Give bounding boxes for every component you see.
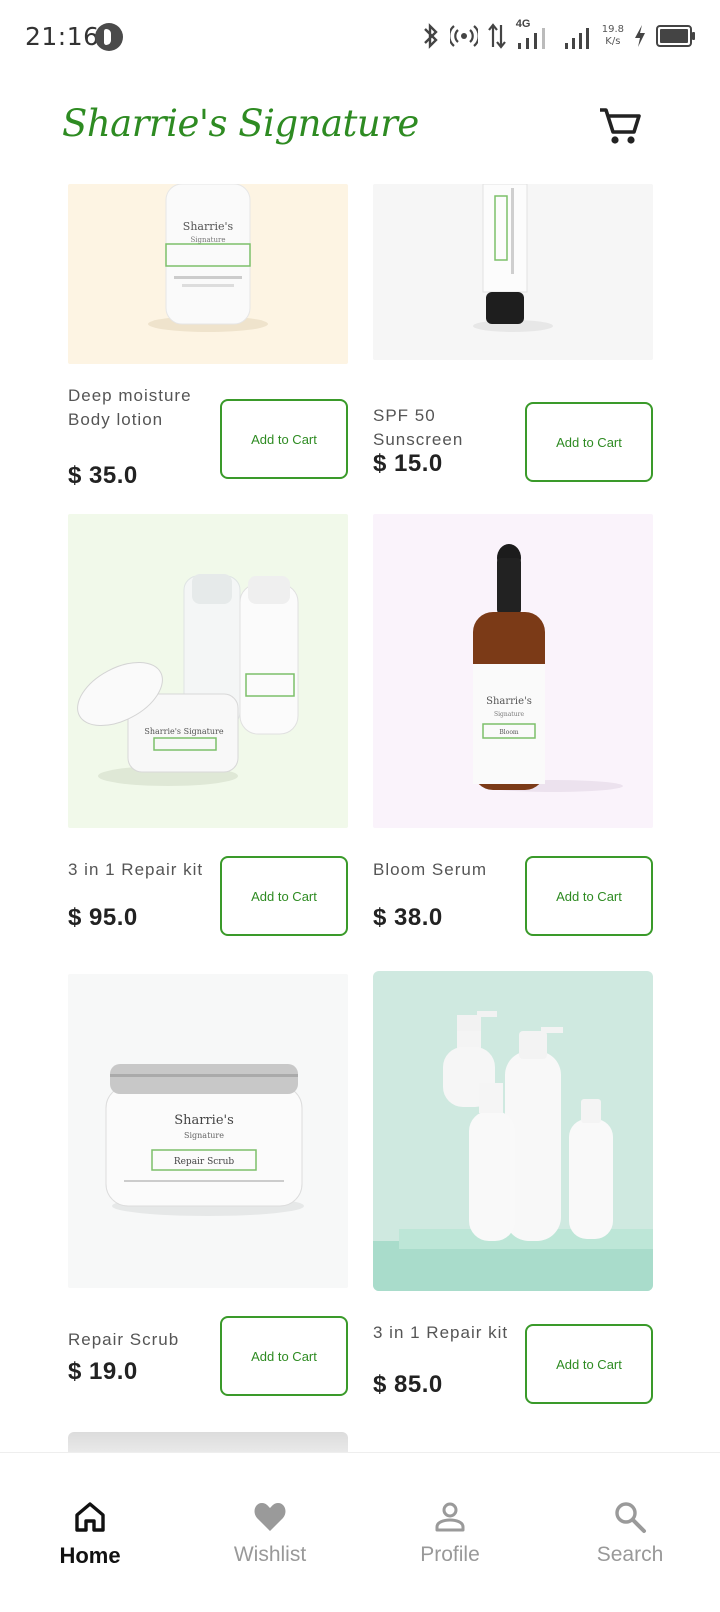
- add-to-cart-button[interactable]: Add to Cart: [220, 856, 348, 936]
- status-time: 21:16: [25, 22, 100, 51]
- product-card[interactable]: 3 in 1 Repair kit $ 85.0 Add to Cart: [373, 971, 653, 1404]
- serum-tag: Bloom: [499, 729, 519, 736]
- product-price: $ 38.0: [373, 904, 443, 931]
- product-image[interactable]: [68, 1432, 348, 1452]
- add-to-cart-button[interactable]: Add to Cart: [525, 1324, 653, 1404]
- product-name: Bloom Serum: [373, 860, 487, 879]
- charging-icon: [635, 25, 645, 47]
- home-icon: [75, 1502, 105, 1532]
- product-info: 3 in 1 Repair kit $ 95.0 Add to Cart: [68, 856, 348, 944]
- add-to-cart-button[interactable]: Add to Cart: [220, 1316, 348, 1396]
- app-title: Sharrie's Signature: [62, 102, 419, 145]
- signal-icon: [564, 28, 589, 49]
- status-icons: 4G 19.8 K/s: [421, 18, 696, 54]
- serum-label: Sharrie's: [486, 696, 532, 707]
- data-arrows-icon: [487, 23, 506, 49]
- product-image[interactable]: Sharrie's Signature: [68, 184, 348, 364]
- product-name: Repair Scrub: [68, 1330, 180, 1349]
- signal-4g: 4G: [516, 18, 554, 51]
- nav-home[interactable]: Home: [0, 1499, 180, 1589]
- lotion-sublabel: Signature: [190, 236, 225, 244]
- product-image[interactable]: Sharrie's Signature Bloom: [373, 514, 653, 828]
- nav-search[interactable]: Search: [540, 1499, 720, 1589]
- product-price: $ 35.0: [68, 462, 138, 489]
- product-price: $ 15.0: [373, 450, 443, 477]
- product-name: Deep moisture Body lotion: [68, 386, 192, 429]
- scrub-sublabel: Signature: [184, 1131, 224, 1140]
- person-icon: [435, 1502, 465, 1532]
- search-icon: [615, 1502, 646, 1533]
- product-image[interactable]: Sharrie's Signature: [68, 514, 348, 828]
- serum-bottle-image: Sharrie's Signature Bloom: [373, 514, 653, 828]
- repair-kit-label: Sharrie's Signature: [144, 727, 223, 736]
- product-image[interactable]: [373, 971, 653, 1291]
- signal-icon: [517, 28, 545, 49]
- nav-label: Search: [596, 1543, 664, 1566]
- product-grid[interactable]: Sharrie's Signature Deep moisture Body l…: [0, 184, 720, 1452]
- net-speed-value: 19.8: [601, 24, 624, 35]
- serum-sublabel: Signature: [494, 711, 524, 718]
- product-info: Bloom Serum $ 38.0 Add to Cart: [373, 856, 653, 944]
- nav-label: Profile: [420, 1543, 480, 1566]
- add-to-cart-button[interactable]: Add to Cart: [525, 856, 653, 936]
- scrub-label: Sharrie's: [174, 1113, 234, 1128]
- product-price: $ 19.0: [68, 1358, 138, 1385]
- product-image[interactable]: Sharrie's Signature Repair Scrub: [68, 974, 348, 1288]
- app-p-icon: [95, 23, 123, 51]
- bluetooth-icon: [423, 23, 438, 49]
- battery-icon: [656, 25, 695, 47]
- bottom-nav: Home Wishlist Profile Search: [0, 1452, 720, 1612]
- app-header: Sharrie's Signature: [0, 72, 720, 184]
- product-name: 3 in 1 Repair kit: [373, 1323, 509, 1342]
- net-speed: 19.8 K/s: [602, 24, 624, 48]
- product-image[interactable]: [373, 184, 653, 360]
- product-card[interactable]: Sharrie's Signature 3 in 1 Repair kit $ …: [68, 514, 348, 936]
- hotspot-icon: [449, 25, 478, 47]
- product-info: Repair Scrub $ 19.0 Add to Cart: [68, 1316, 348, 1402]
- product-card[interactable]: Sharrie's Signature Repair Scrub Repair …: [68, 974, 348, 1396]
- product-card[interactable]: Sharrie's Signature Bloom Bloom Serum $ …: [373, 514, 653, 936]
- product-name: SPF 50 Sunscreen: [373, 406, 464, 449]
- nav-wishlist[interactable]: Wishlist: [180, 1499, 360, 1589]
- nav-profile[interactable]: Profile: [360, 1499, 540, 1589]
- net-speed-unit: K/s: [605, 36, 621, 47]
- shopping-cart-icon[interactable]: [596, 102, 644, 150]
- add-to-cart-button[interactable]: Add to Cart: [525, 402, 653, 482]
- heart-icon: [254, 1503, 286, 1531]
- add-to-cart-button[interactable]: Add to Cart: [220, 399, 348, 479]
- product-card[interactable]: [68, 1432, 348, 1452]
- scrub-tag: Repair Scrub: [174, 1157, 235, 1167]
- nav-label: Wishlist: [233, 1543, 307, 1566]
- product-name: 3 in 1 Repair kit: [68, 860, 204, 879]
- product-card[interactable]: SPF 50 Sunscreen $ 15.0 Add to Cart: [373, 184, 653, 484]
- product-price: $ 85.0: [373, 1371, 443, 1398]
- nav-label: Home: [59, 1543, 121, 1568]
- repair-kit-image: Sharrie's Signature: [68, 514, 348, 828]
- product-info: SPF 50 Sunscreen $ 15.0 Add to Cart: [373, 402, 653, 490]
- product-info: Deep moisture Body lotion $ 35.0 Add to …: [68, 384, 348, 489]
- product-price: $ 95.0: [68, 904, 138, 931]
- sunscreen-tube-image: [373, 184, 653, 360]
- lotion-bottle-image: Sharrie's Signature: [68, 184, 348, 364]
- product-info: 3 in 1 Repair kit $ 85.0 Add to Cart: [373, 1321, 653, 1407]
- product-card[interactable]: Sharrie's Signature Deep moisture Body l…: [68, 184, 348, 489]
- status-bar: 21:16 4G 19.8 K/s: [0, 0, 720, 72]
- lotion-label: Sharrie's: [183, 220, 234, 233]
- scrub-jar-image: Sharrie's Signature Repair Scrub: [68, 974, 348, 1288]
- bottles-set-image: [373, 971, 653, 1291]
